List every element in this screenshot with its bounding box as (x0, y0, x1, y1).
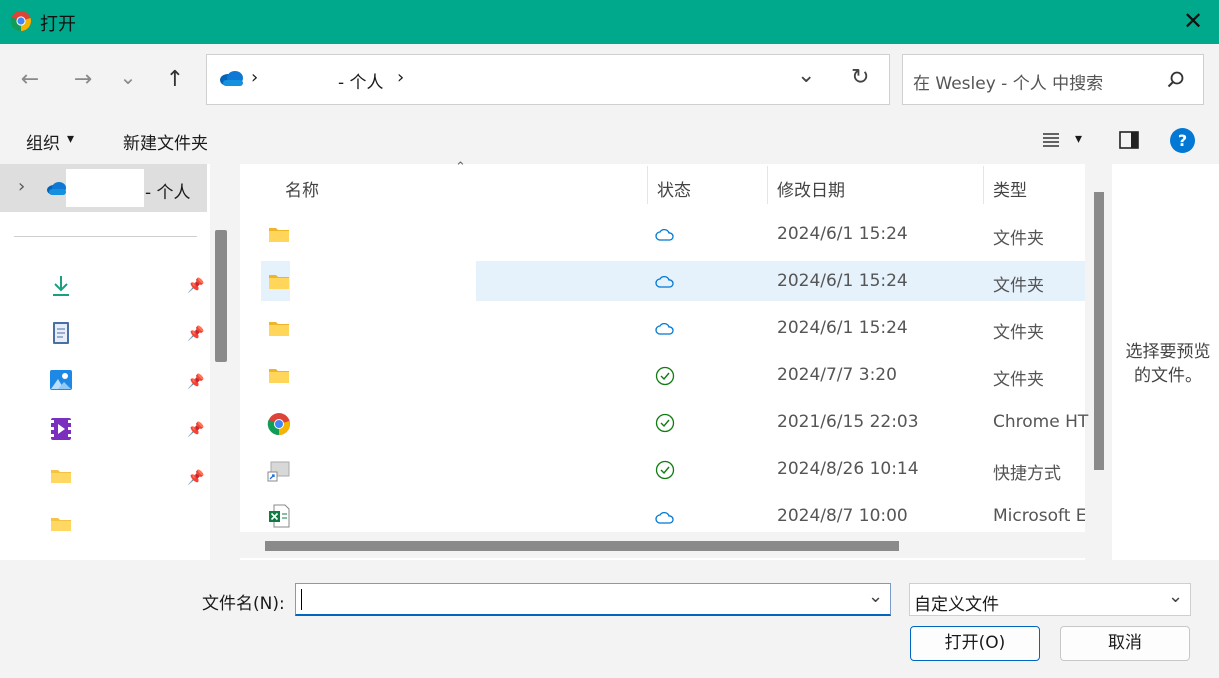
chevron-down-icon[interactable]: ⌄ (868, 586, 883, 607)
title-bar (0, 0, 1219, 44)
pin-icon[interactable]: 📌 (187, 326, 204, 342)
chrome-icon (267, 412, 291, 436)
navigation-pane: › - 个人 📌 📌 📌 📌 📌 (0, 164, 210, 560)
table-row[interactable]: 2024/6/1 15:24 文件夹 (240, 306, 1085, 352)
organize-dropdown-icon[interactable]: ▾ (67, 131, 74, 147)
close-button[interactable]: ✕ (1180, 8, 1206, 34)
file-type: Microsoft E (993, 506, 1085, 526)
table-row[interactable]: 2024/7/7 3:20 文件夹 (240, 353, 1085, 399)
recent-locations-button[interactable]: ⌄ (113, 62, 143, 92)
vertical-scroll-thumb[interactable] (1094, 192, 1104, 470)
column-header-status[interactable]: 状态 (657, 176, 691, 201)
onedrive-icon (219, 69, 245, 87)
pin-icon[interactable]: 📌 (187, 374, 204, 390)
address-separator-end[interactable]: › (397, 67, 404, 88)
address-separator[interactable]: › (251, 67, 258, 88)
cloud-status-icon (655, 510, 675, 524)
refresh-button[interactable]: ↻ (851, 65, 869, 90)
file-type: 快捷方式 (993, 464, 1061, 484)
file-type: 文件夹 (993, 229, 1044, 249)
shortcut-icon (267, 460, 291, 482)
modified-date: 2024/6/1 15:24 (777, 318, 908, 338)
chevron-right-icon[interactable]: › (18, 176, 25, 197)
modified-date: 2024/7/7 3:20 (777, 365, 897, 385)
divider (14, 236, 197, 237)
file-type-select[interactable]: 自定义文件 ⌄ (909, 583, 1191, 616)
sidebar-item-label: - 个人 (145, 183, 191, 203)
new-folder-button[interactable]: 新建文件夹 (123, 129, 208, 154)
column-header-modified[interactable]: 修改日期 (777, 176, 845, 201)
view-dropdown-icon[interactable]: ▾ (1075, 131, 1082, 147)
sidebar-scrollbar[interactable] (215, 230, 227, 362)
folder-icon (268, 321, 290, 337)
file-type: 文件夹 (993, 323, 1044, 343)
modified-date: 2024/6/1 15:24 (777, 224, 908, 244)
folder-icon[interactable] (50, 468, 72, 484)
folder-icon (268, 227, 290, 243)
pictures-icon[interactable] (49, 369, 73, 391)
redacted-name (66, 169, 144, 207)
sort-ascending-icon: ⌃ (455, 160, 466, 175)
up-button[interactable]: ↑ (160, 65, 190, 95)
organize-button[interactable]: 组织 (26, 129, 60, 154)
horizontal-scroll-thumb[interactable] (265, 541, 899, 551)
search-box[interactable]: 在 Wesley - 个人 中搜索 (902, 54, 1204, 105)
column-header-name[interactable]: 名称 (285, 176, 319, 201)
column-divider[interactable] (647, 166, 648, 204)
text-cursor (301, 589, 302, 610)
modified-date: 2024/8/26 10:14 (777, 459, 919, 479)
chevron-down-icon[interactable]: ⌄ (1168, 586, 1183, 607)
file-type-value[interactable]: 自定义文件 (914, 590, 999, 615)
table-row[interactable]: 2024/8/7 10:00 Microsoft E (240, 494, 1085, 530)
window-title: 打开 (40, 14, 76, 35)
folder-icon (268, 368, 290, 384)
file-type: 文件夹 (993, 370, 1044, 390)
address-location[interactable]: - 个人 (338, 68, 384, 93)
file-type: Chrome HT (993, 412, 1089, 432)
open-button[interactable]: 打开(O) (910, 626, 1040, 661)
synced-check-icon (655, 460, 675, 480)
videos-icon[interactable] (50, 417, 72, 441)
modified-date: 2024/6/1 15:24 (777, 271, 908, 291)
filename-field[interactable]: ⌄ (295, 583, 891, 616)
column-divider[interactable] (767, 166, 768, 204)
address-bar[interactable]: › - 个人 › ⌄ ↻ (206, 54, 890, 105)
cloud-status-icon (655, 274, 675, 288)
pin-icon[interactable]: 📌 (187, 278, 204, 294)
onedrive-icon (46, 180, 68, 196)
modified-date: 2021/6/15 22:03 (777, 412, 919, 432)
table-row-selected[interactable]: 2024/6/1 15:24 文件夹 (240, 259, 1085, 305)
preview-pane-icon[interactable] (1119, 130, 1139, 150)
pin-icon[interactable]: 📌 (187, 470, 204, 486)
cloud-status-icon (655, 227, 675, 241)
preview-message: 选择要预览的文件。 (1125, 342, 1211, 386)
forward-button[interactable]: → (68, 65, 98, 95)
folder-icon (268, 274, 290, 290)
folder-icon[interactable] (50, 516, 72, 532)
synced-check-icon (655, 413, 675, 433)
filename-label: 文件名(N): (202, 594, 285, 614)
column-divider[interactable] (983, 166, 984, 204)
cloud-status-icon (655, 321, 675, 335)
back-button[interactable]: ← (15, 65, 45, 95)
cancel-button[interactable]: 取消 (1060, 626, 1190, 661)
column-header-type[interactable]: 类型 (993, 176, 1027, 201)
table-row[interactable]: 2024/8/26 10:14 快捷方式 (240, 447, 1085, 493)
file-type: 文件夹 (993, 276, 1044, 296)
address-dropdown-button[interactable]: ⌄ (797, 63, 815, 88)
downloads-icon[interactable] (50, 274, 72, 298)
view-options-icon[interactable] (1041, 131, 1061, 149)
modified-date: 2024/8/7 10:00 (777, 506, 908, 526)
search-icon[interactable] (1166, 70, 1186, 90)
excel-icon (268, 504, 290, 528)
help-icon[interactable]: ? (1170, 128, 1195, 153)
chrome-icon (10, 10, 32, 32)
pin-icon[interactable]: 📌 (187, 422, 204, 438)
sidebar-item-onedrive[interactable]: › - 个人 (0, 164, 207, 212)
search-input[interactable]: 在 Wesley - 个人 中搜索 (913, 69, 1103, 94)
documents-icon[interactable] (52, 321, 70, 345)
table-row[interactable]: 2024/6/1 15:24 文件夹 (240, 212, 1085, 258)
table-row[interactable]: 2021/6/15 22:03 Chrome HT (240, 400, 1089, 446)
synced-check-icon (655, 366, 675, 386)
